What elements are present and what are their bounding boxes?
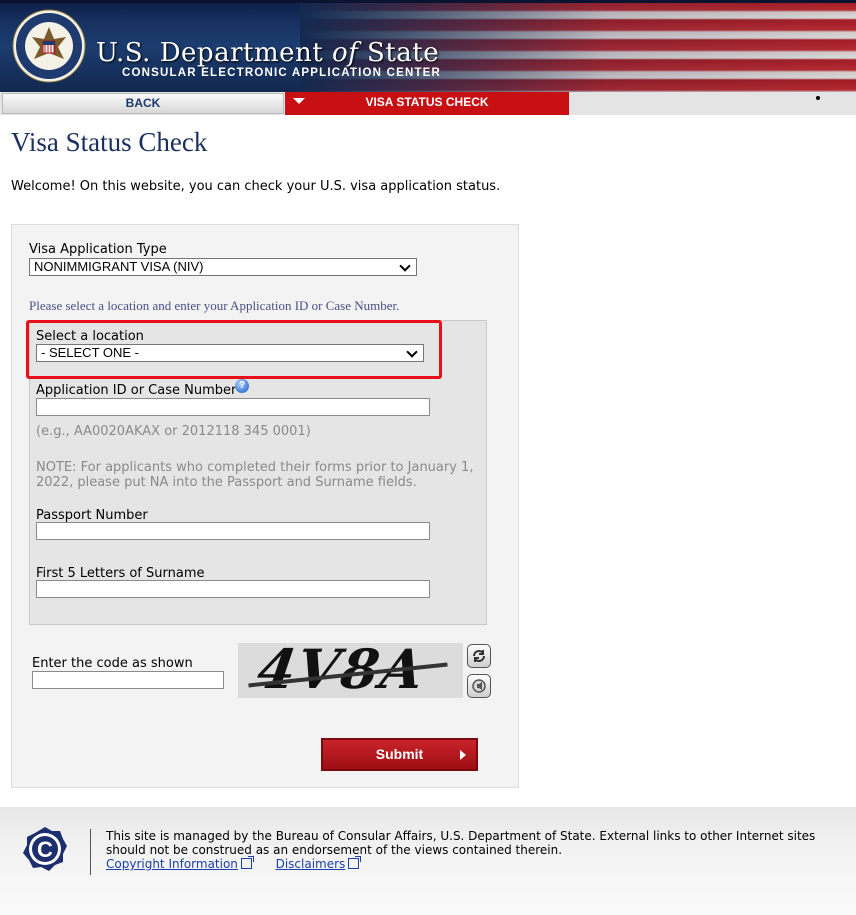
department-seal-icon	[12, 9, 86, 83]
surname-label: First 5 Letters of Surname	[36, 566, 205, 581]
external-link-icon	[348, 856, 362, 869]
passport-label: Passport Number	[36, 508, 148, 523]
app-id-label: Application ID or Case Number	[36, 383, 237, 398]
app-type-select[interactable]: NONIMMIGRANT VISA (NIV)	[29, 258, 417, 276]
back-button[interactable]: BACK	[2, 93, 284, 114]
copyright-link[interactable]: Copyright Information	[106, 857, 238, 871]
svg-text:C: C	[37, 837, 53, 862]
refresh-icon	[473, 650, 485, 662]
site-title: U.S. Department of State	[96, 38, 440, 68]
nav-bar: BACK VISA STATUS CHECK	[0, 92, 856, 115]
surname-input[interactable]	[36, 580, 430, 598]
app-type-label: Visa Application Type	[29, 242, 167, 257]
captcha-input[interactable]	[32, 671, 224, 689]
audio-icon	[472, 679, 486, 693]
welcome-text: Welcome! On this website, you can check …	[11, 179, 501, 194]
help-icon[interactable]: ?	[235, 379, 249, 393]
nav-visa-status-check[interactable]: VISA STATUS CHECK	[285, 92, 569, 115]
captcha-label: Enter the code as shown	[32, 656, 193, 671]
disclaimers-link[interactable]: Disclaimers	[276, 857, 346, 871]
site-subtitle: CONSULAR ELECTRONIC APPLICATION CENTER	[122, 67, 442, 79]
passport-note: NOTE: For applicants who completed their…	[36, 460, 474, 490]
chevron-down-icon	[399, 260, 411, 272]
submit-button[interactable]: Submit	[321, 738, 478, 771]
captcha-image: 4V8A	[238, 643, 463, 698]
external-link-icon	[240, 856, 254, 869]
app-id-input[interactable]	[36, 398, 430, 416]
location-hint: Please select a location and enter your …	[29, 298, 400, 313]
captcha-audio-button[interactable]	[467, 674, 491, 698]
arrow-right-icon	[460, 750, 466, 760]
footer-links: Copyright Information Disclaimers	[106, 856, 362, 871]
captcha-refresh-button[interactable]	[467, 644, 491, 668]
passport-input[interactable]	[36, 522, 430, 540]
app-id-example: (e.g., AA0020AKAX or 2012118 345 0001)	[36, 424, 311, 439]
site-header: U.S. Department of State CONSULAR ELECTR…	[0, 0, 856, 92]
footer-disclaimer-text: This site is managed by the Bureau of Co…	[106, 829, 816, 857]
location-highlight-box	[26, 320, 442, 379]
nav-dot	[816, 96, 820, 100]
consular-affairs-logo-icon: C	[23, 827, 67, 871]
page-title: Visa Status Check	[11, 127, 208, 157]
